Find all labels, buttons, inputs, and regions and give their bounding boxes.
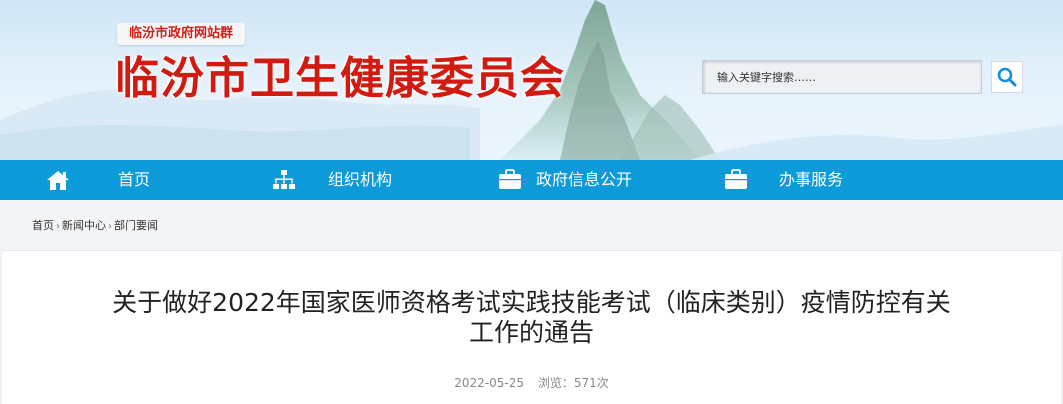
breadcrumb: 首页 › 新闻中心 › 部门要闻 bbox=[32, 217, 158, 233]
home-icon bbox=[47, 171, 69, 190]
nav-label-gov-info: 政府信息公开 bbox=[536, 170, 633, 189]
chevron-right-icon: › bbox=[108, 221, 112, 232]
nav-label-services: 办事服务 bbox=[779, 170, 844, 189]
briefcase-icon bbox=[499, 169, 521, 189]
nav-label-organization: 组织机构 bbox=[328, 170, 393, 189]
article-meta: 2022-05-25 浏览：571次 bbox=[0, 374, 1063, 391]
article-date: 2022-05-25 bbox=[454, 376, 524, 390]
site-header: 临汾市政府网站群 临汾市卫生健康委员会 bbox=[0, 0, 1063, 160]
article-title: 关于做好2022年国家医师资格考试实践技能考试（临床类别）疫情防控有关 工作的通… bbox=[0, 288, 1063, 348]
nav-label-home: 首页 bbox=[118, 170, 151, 189]
search-field[interactable] bbox=[702, 60, 982, 94]
breadcrumb-home[interactable]: 首页 bbox=[32, 217, 54, 233]
main-nav: 首页 组织机构 政府信息公开 办事服务 bbox=[0, 160, 1063, 200]
nav-item-home[interactable]: 首页 bbox=[0, 160, 220, 200]
site-title[interactable]: 临汾市卫生健康委员会 bbox=[115, 50, 565, 108]
org-chart-icon bbox=[273, 170, 295, 189]
nav-item-organization[interactable]: 组织机构 bbox=[230, 160, 450, 200]
search-input[interactable] bbox=[703, 61, 977, 93]
breadcrumb-dept-news[interactable]: 部门要闻 bbox=[114, 217, 158, 233]
article-title-line1: 关于做好2022年国家医师资格考试实践技能考试（临床类别）疫情防控有关 bbox=[112, 288, 951, 317]
chevron-right-icon: › bbox=[56, 221, 60, 232]
nav-item-services[interactable]: 办事服务 bbox=[700, 160, 940, 200]
portal-group-tag[interactable]: 临汾市政府网站群 bbox=[117, 23, 246, 45]
nav-item-gov-info[interactable]: 政府信息公开 bbox=[460, 160, 700, 200]
search-button[interactable] bbox=[991, 61, 1023, 93]
breadcrumb-bar bbox=[0, 200, 1063, 250]
article-title-line2: 工作的通告 bbox=[468, 318, 594, 347]
search-icon bbox=[997, 67, 1017, 87]
briefcase-icon bbox=[725, 169, 747, 189]
article-views: 浏览：571次 bbox=[537, 376, 609, 390]
breadcrumb-news-center[interactable]: 新闻中心 bbox=[62, 217, 106, 233]
